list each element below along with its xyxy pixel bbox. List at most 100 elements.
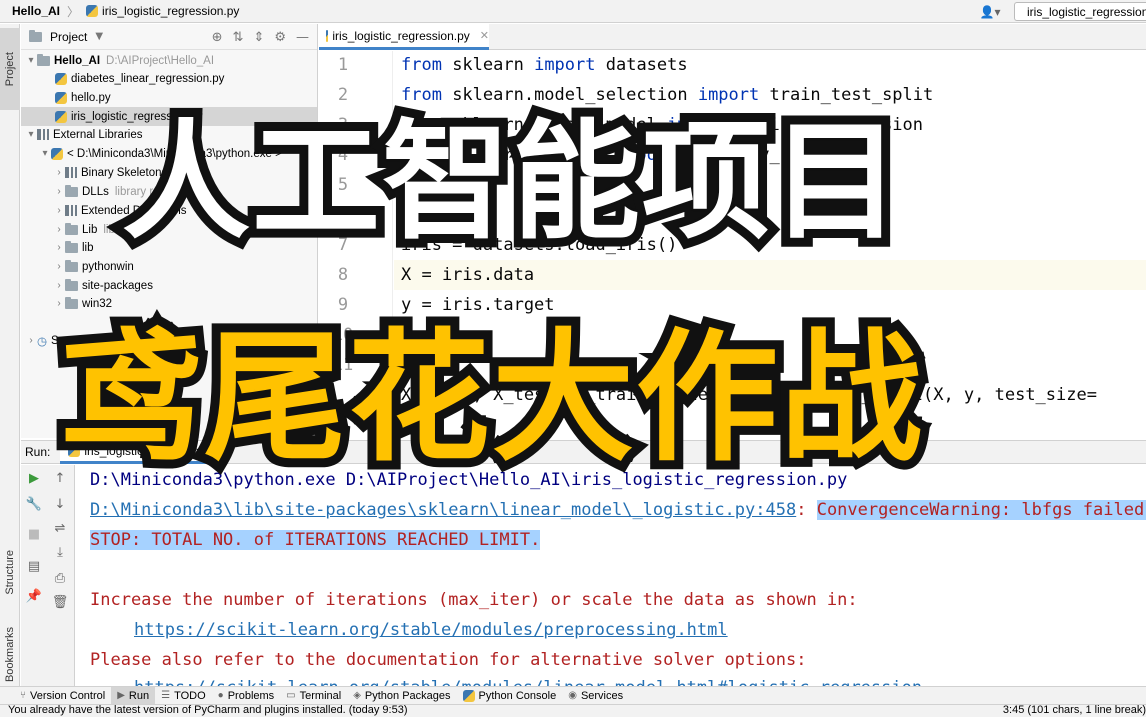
status-bar: You already have the latest version of P… bbox=[0, 704, 1146, 717]
folder-icon bbox=[65, 259, 78, 272]
console-link-solver[interactable]: https://scikit-learn.org/stable/modules/… bbox=[134, 678, 922, 686]
tool-window-label: Problems bbox=[227, 689, 275, 702]
tool-tab-structure[interactable]: Structure bbox=[0, 532, 20, 612]
navigation-bar: Hello_AI 〉 iris_logistic_regression.py 👤… bbox=[0, 0, 1146, 23]
tool-tab-bookmarks[interactable]: Bookmarks bbox=[0, 616, 20, 694]
code-text: datasets bbox=[595, 55, 688, 75]
chevron-right-icon[interactable]: › bbox=[53, 205, 65, 216]
locate-icon[interactable]: ⊕ bbox=[212, 30, 223, 45]
user-icon[interactable]: 👤▾ bbox=[974, 5, 1006, 19]
project-panel-title[interactable]: Project bbox=[50, 30, 87, 44]
run-console-output[interactable]: D:\Miniconda3\python.exe D:\AIProject\He… bbox=[76, 465, 1146, 686]
scroll-to-end-icon[interactable]: ⤓ bbox=[47, 545, 73, 560]
console-selected-text: ConvergenceWarning: lbfgs failed to conv… bbox=[816, 500, 1146, 520]
overlay-title-line1: 人工智能项目 bbox=[113, 99, 909, 266]
console-line-warning: D:\Miniconda3\lib\site-packages\sklearn\… bbox=[90, 500, 1146, 520]
tool-window-version-control[interactable]: ⑂ Version Control bbox=[14, 687, 111, 705]
tool-window-label: TODO bbox=[174, 689, 206, 702]
tool-window-python-packages[interactable]: ◈ Python Packages bbox=[347, 687, 456, 705]
soft-wrap-icon[interactable]: ⇌ bbox=[47, 521, 73, 536]
chevron-right-icon[interactable]: › bbox=[53, 261, 65, 272]
tool-window-label: Services bbox=[580, 689, 624, 702]
console-warning-link[interactable]: D:\Miniconda3\lib\site-packages\sklearn\… bbox=[90, 500, 796, 520]
nav-right-tools: 👤▾ iris_logistic_regression.py bbox=[974, 0, 1146, 23]
tool-tab-bookmarks-label: Bookmarks bbox=[4, 627, 16, 683]
list-icon: ☰ bbox=[161, 690, 171, 701]
chevron-right-icon[interactable]: › bbox=[53, 167, 65, 178]
code-keyword: from bbox=[401, 55, 442, 75]
tool-window-bar: ⑂ Version Control ▶ Run ☰ TODO ● Problems ▭ T… bbox=[0, 686, 1146, 705]
tool-tab-structure-label: Structure bbox=[4, 549, 16, 595]
status-message[interactable]: You already have the latest version of P… bbox=[8, 704, 408, 716]
tree-item-path: D:\AIProject\Hello_AI bbox=[106, 54, 215, 67]
play-icon: ▶ bbox=[117, 690, 125, 701]
tree-item-label: lib bbox=[82, 241, 94, 254]
run-configuration-selector[interactable]: iris_logistic_regression.py bbox=[1014, 2, 1146, 21]
chevron-right-icon[interactable]: › bbox=[25, 335, 37, 346]
print-icon[interactable]: ⎙ bbox=[47, 571, 73, 586]
chevron-right-icon[interactable]: › bbox=[53, 242, 65, 253]
caret-position[interactable]: 3:45 (101 chars, 1 line break) bbox=[1003, 704, 1146, 716]
run-configuration-label: iris_logistic_regression.py bbox=[1027, 4, 1146, 19]
python-file-icon bbox=[55, 110, 67, 123]
code-text: sklearn bbox=[441, 55, 535, 75]
editor-tab-active[interactable]: iris_logistic_regression.py ✕ bbox=[319, 24, 489, 50]
editor-tab-label: iris_logistic_regression.py bbox=[332, 28, 470, 43]
collapse-all-icon[interactable]: ⇕ bbox=[253, 30, 264, 45]
chevron-down-icon[interactable]: ▾ bbox=[39, 148, 51, 159]
tool-window-problems[interactable]: ● Problems bbox=[212, 687, 281, 705]
tree-item-label: Lib bbox=[82, 223, 98, 236]
tool-window-label: Version Control bbox=[30, 689, 106, 702]
pin-icon[interactable]: 📌 bbox=[21, 589, 47, 604]
rerun-icon[interactable]: ▶ bbox=[21, 471, 47, 486]
run-panel-label: Run: bbox=[25, 445, 51, 459]
tool-tab-project-label: Project bbox=[4, 51, 16, 87]
tool-window-label: Python Packages bbox=[364, 689, 451, 702]
console-text: : bbox=[796, 500, 817, 520]
chevron-right-icon[interactable]: › bbox=[53, 186, 65, 197]
tree-item-label: Hello_AI bbox=[54, 54, 101, 67]
python-file-icon bbox=[326, 29, 329, 42]
arrow-down-icon[interactable]: ↓ bbox=[47, 497, 73, 512]
left-tool-stripe: Project Structure Bookmarks bbox=[0, 24, 20, 686]
scratches-icon: ◷ bbox=[37, 335, 48, 348]
tool-window-run[interactable]: ▶ Run bbox=[111, 686, 156, 705]
editor-tab-bar: iris_logistic_regression.py ✕ bbox=[319, 24, 1146, 50]
tool-window-label: Run bbox=[128, 689, 150, 702]
breadcrumb-project[interactable]: Hello_AI bbox=[12, 4, 60, 18]
wrench-icon[interactable]: 🔧 bbox=[21, 497, 47, 512]
breadcrumb-file[interactable]: iris_logistic_regression.py bbox=[102, 4, 239, 18]
stop-icon[interactable]: ■ bbox=[21, 527, 47, 542]
chevron-right-icon[interactable]: › bbox=[53, 224, 65, 235]
project-panel-tools: ⊕ ⇅ ⇕ ⚙ — bbox=[212, 24, 317, 50]
console-line-refer: Please also refer to the documentation f… bbox=[90, 650, 807, 670]
close-icon[interactable]: ✕ bbox=[480, 29, 489, 42]
overlay-title-line2: 鸢尾花大作战 bbox=[51, 307, 931, 490]
trash-icon[interactable]: 🗑 bbox=[47, 595, 73, 610]
tool-window-python-console[interactable]: Python Console bbox=[457, 687, 563, 705]
tool-window-label: Python Console bbox=[478, 689, 557, 702]
folder-icon bbox=[65, 184, 78, 197]
chevron-down-icon[interactable]: ▾ bbox=[25, 129, 37, 140]
console-link-preprocessing[interactable]: https://scikit-learn.org/stable/modules/… bbox=[134, 620, 728, 640]
tool-window-todo[interactable]: ☰ TODO bbox=[155, 687, 212, 705]
python-icon bbox=[51, 147, 63, 160]
line-number: 1 bbox=[337, 55, 349, 75]
library-icon bbox=[65, 205, 77, 216]
code-keyword: import bbox=[534, 55, 596, 75]
folder-icon bbox=[65, 222, 78, 235]
chevron-down-icon[interactable]: ▼ bbox=[95, 31, 103, 42]
breadcrumb-separator-icon: 〉 bbox=[67, 4, 80, 19]
tool-window-terminal[interactable]: ▭ Terminal bbox=[280, 687, 347, 705]
library-icon bbox=[65, 167, 77, 178]
chevron-down-icon[interactable]: ▾ bbox=[25, 55, 37, 66]
hide-icon[interactable]: — bbox=[296, 30, 309, 45]
tree-item-project-root[interactable]: ▾ Hello_AI D:\AIProject\Hello_AI bbox=[21, 51, 317, 70]
expand-all-icon[interactable]: ⇅ bbox=[233, 30, 244, 45]
python-file-icon bbox=[55, 72, 67, 85]
gear-icon[interactable]: ⚙ bbox=[274, 30, 286, 45]
layout-icon[interactable]: ▤ bbox=[21, 559, 47, 574]
tool-window-services[interactable]: ◉ Services bbox=[562, 687, 629, 705]
tool-tab-project[interactable]: Project bbox=[0, 28, 20, 110]
console-line-stop: STOP: TOTAL NO. of ITERATIONS REACHED LI… bbox=[90, 530, 541, 550]
